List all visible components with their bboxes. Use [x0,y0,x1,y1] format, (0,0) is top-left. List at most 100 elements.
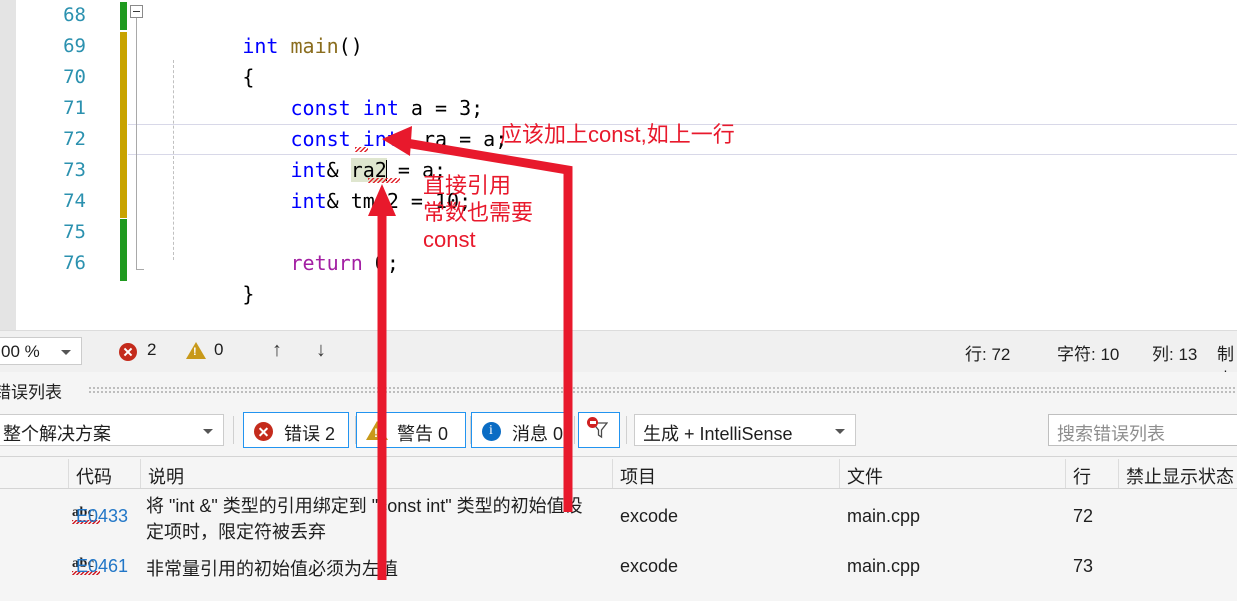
column-header-suppression[interactable]: 禁止显示状态 [1126,463,1234,489]
token-brace: } [242,282,255,306]
error-icon [254,422,273,441]
toggle-errors-label: 错误 2 [284,424,336,444]
line-number: 69 [63,35,86,57]
track-saved-segment [120,2,127,30]
toggle-messages-button[interactable]: 消息 0 [471,412,571,448]
line-number: 75 [63,221,86,243]
toggle-warnings-label: 警告 0 [397,424,449,444]
line-number: 70 [63,66,86,88]
editor-left-margin [0,0,16,330]
scope-filter-value: 整个解决方案 [3,424,111,444]
chevron-down-icon [835,429,845,434]
table-row[interactable]: abc E0433 将 "int &" 类型的引用绑定到 "const int"… [0,489,1237,545]
prev-issue-arrow-icon[interactable]: ↑ [272,339,282,362]
token-keyword: int [290,189,327,213]
annotation-side-note: 直接引用 常数也需要 const [423,172,533,253]
search-error-list-input[interactable]: 搜索错误列表 [1048,414,1237,446]
scope-filter-combo[interactable]: 整个解决方案 [0,414,224,446]
token-rest: 0; [362,251,399,275]
zoom-level-value: 00 % [1,342,40,361]
filter-active-badge-icon [587,417,598,428]
column-divider[interactable] [1118,459,1119,488]
annotation-side-note-line3: const [423,227,476,252]
column-header-project[interactable]: 项目 [620,463,656,489]
token-function-name: main [290,34,339,58]
column-divider[interactable] [839,459,840,488]
status-column: 列: 13 [1152,345,1198,364]
build-source-value: 生成 + IntelliSense [643,424,793,444]
error-squiggle [355,147,368,152]
table-row[interactable]: abc E0461 非常量引用的初始值必须为左值 excode main.cpp… [0,545,1237,585]
cell-description: 非常量引用的初始值必须为左值 [146,559,398,579]
code-line-72[interactable]: int& ra2 = a; [146,124,446,182]
column-divider[interactable] [612,459,613,488]
cell-file: main.cpp [847,556,921,576]
editor-status-bar: 00 % 2 0 ↑ ↓ 行: 72 字符: 10 列: 13 制表 [0,330,1237,389]
cell-description: 将 "int &" 类型的引用绑定到 "const int" 类型的初始值设 定… [146,493,606,545]
info-icon [482,422,501,441]
error-list-title: 错误列表 [0,383,62,402]
code-line-69[interactable]: { [146,31,254,89]
column-divider[interactable] [1065,459,1066,488]
error-squiggle [368,178,400,183]
chevron-down-icon [203,429,213,434]
toggle-warnings-button[interactable]: 警告 0 [356,412,466,448]
column-header-file[interactable]: 文件 [847,463,883,489]
line-number: 68 [63,4,86,26]
annotation-side-note-line1: 直接引用 [423,173,512,198]
column-header-code[interactable]: 代码 [76,463,112,489]
cell-description-line1: 将 "int &" 类型的引用绑定到 "const int" 类型的初始值设 [146,496,583,516]
build-source-combo[interactable]: 生成 + IntelliSense [634,414,856,446]
code-line-76[interactable]: } [146,248,254,306]
next-issue-arrow-icon[interactable]: ↓ [316,339,326,362]
cell-code[interactable]: E0461 [76,556,128,577]
line-number: 74 [63,190,86,212]
cell-code[interactable]: E0433 [76,506,128,527]
token-control-keyword: return [290,251,363,275]
line-number: 71 [63,97,86,119]
search-placeholder: 搜索错误列表 [1057,424,1165,444]
toggle-errors-button[interactable]: 错误 2 [243,412,349,448]
warning-icon [366,421,388,440]
line-number: 73 [63,159,86,181]
cell-project: excode [620,556,679,576]
code-line-71[interactable]: const int& ra = a; [146,93,508,151]
code-text-area[interactable]: int main() { const int a = 3; const int&… [128,0,1237,330]
chevron-down-icon [61,350,71,355]
cell-project: excode [620,506,679,526]
error-table-body: abc E0433 将 "int &" 类型的引用绑定到 "const int"… [0,489,1237,601]
panel-drag-handle[interactable] [88,386,1237,394]
filter-button[interactable] [578,412,620,448]
cell-line: 73 [1073,556,1094,576]
error-table-header: 代码 说明 项目 文件 行 禁止显示状态 [0,456,1237,489]
code-line-70[interactable]: const int a = 3; [146,62,484,120]
line-number: 72 [63,128,86,150]
column-header-description[interactable]: 说明 [148,463,184,489]
column-divider[interactable] [68,459,69,488]
status-line: 行: 72 [965,345,1011,364]
error-list-toolbar: 整个解决方案 错误 2 警告 0 消息 0 [0,410,1237,452]
track-saved-segment [120,219,127,281]
code-line-68[interactable]: int main() [146,0,362,58]
error-list-panel: 错误列表 整个解决方案 错误 2 警告 0 消息 0 [0,372,1237,601]
status-warning-count: 0 [214,340,224,359]
token-punct: () [338,34,363,58]
cell-description-line2: 定项时，限定符被丢弃 [146,522,326,542]
column-header-line[interactable]: 行 [1073,463,1091,489]
line-number-gutter: 68 69 70 71 72 73 74 75 76 [16,0,102,330]
code-editor[interactable]: 68 69 70 71 72 73 74 75 76 int main() {… [0,0,1237,330]
status-char: 字符: 10 [1057,345,1120,364]
line-number: 76 [63,252,86,274]
zoom-level-combo[interactable]: 00 % [0,337,82,365]
status-error-count: 2 [147,340,157,359]
toolbar-separator [233,416,234,444]
column-divider[interactable] [140,459,141,488]
cell-file: main.cpp [847,506,921,526]
annotation-top-note: 应该加上const,如上一行 [500,122,735,147]
warning-count-icon [186,342,206,359]
annotation-side-note-line2: 常数也需要 [423,200,534,225]
cell-line: 72 [1073,506,1094,526]
code-line-75[interactable]: return 0; [146,217,399,275]
